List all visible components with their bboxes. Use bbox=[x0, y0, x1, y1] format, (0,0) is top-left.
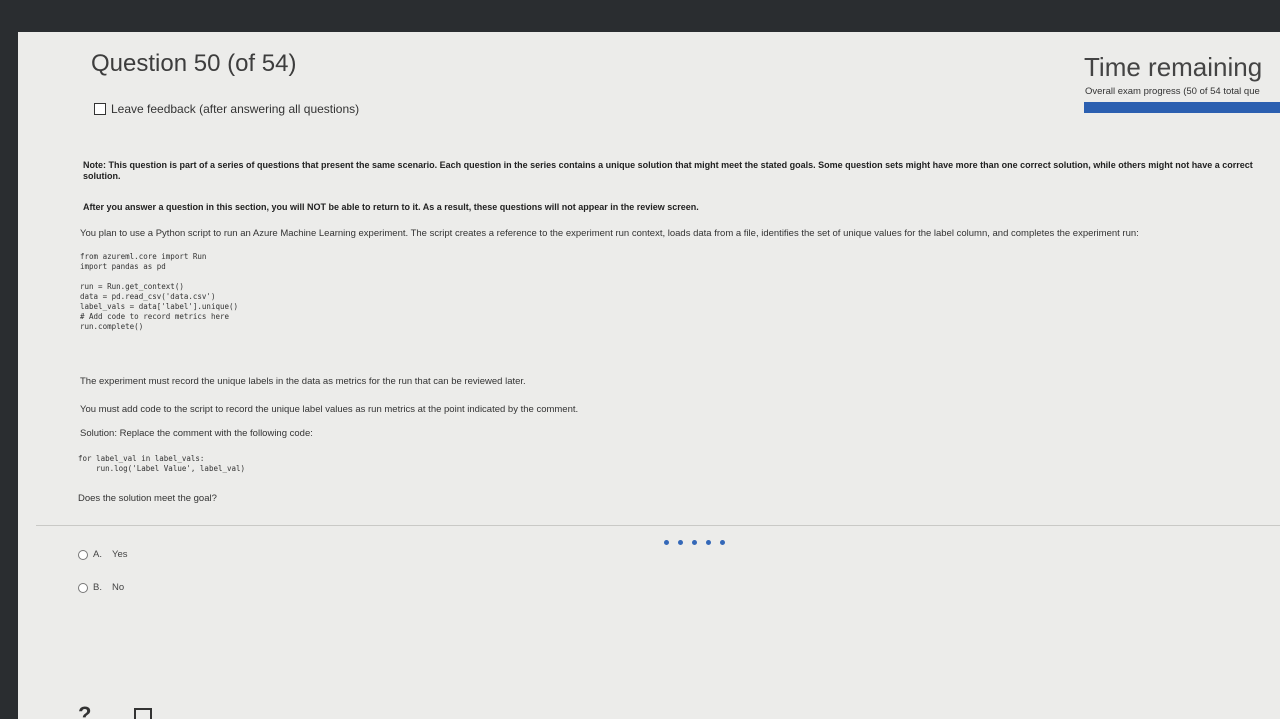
time-remaining-label: Time remaining bbox=[1084, 52, 1263, 82]
dot-icon bbox=[706, 540, 711, 545]
calculator-icon[interactable] bbox=[134, 708, 152, 719]
dot-icon bbox=[664, 540, 669, 545]
dot-icon bbox=[692, 540, 697, 545]
option-text: No bbox=[111, 582, 125, 593]
question-intro: You plan to use a Python script to run a… bbox=[80, 228, 1139, 239]
radio-icon[interactable] bbox=[78, 582, 88, 593]
exam-progress-bar bbox=[1084, 102, 1280, 113]
question-title: Question 50 (of 54) bbox=[91, 50, 297, 77]
answer-option-a[interactable]: A. Yes bbox=[78, 549, 127, 560]
solution-label: Solution: Replace the comment with the f… bbox=[80, 428, 313, 439]
question-prompt: Does the solution meet the goal? bbox=[78, 493, 217, 504]
dot-icon bbox=[720, 540, 725, 545]
option-text: Yes bbox=[111, 549, 128, 560]
radio-icon[interactable] bbox=[78, 549, 88, 560]
option-letter: A. bbox=[93, 549, 102, 560]
exam-screen: Question 50 (of 54) Leave feedback (afte… bbox=[18, 32, 1280, 719]
leave-feedback-checkbox[interactable]: Leave feedback (after answering all ques… bbox=[94, 102, 359, 116]
section-divider bbox=[36, 525, 1280, 526]
help-icon[interactable]: ? bbox=[78, 702, 91, 719]
option-letter: B. bbox=[93, 582, 102, 593]
pane-resize-handle[interactable] bbox=[664, 540, 725, 545]
dot-icon bbox=[678, 540, 683, 545]
checkbox-icon[interactable] bbox=[94, 103, 106, 115]
exam-progress-text: Overall exam progress (50 of 54 total qu… bbox=[1085, 86, 1260, 97]
solution-code-block: for label_val in label_vals: run.log('La… bbox=[78, 454, 246, 473]
no-return-warning: After you answer a question in this sect… bbox=[83, 202, 699, 212]
requirement-2: You must add code to the script to recor… bbox=[80, 404, 579, 415]
scenario-note: Note: This question is part of a series … bbox=[83, 160, 1253, 181]
feedback-label: Leave feedback (after answering all ques… bbox=[111, 102, 360, 116]
answer-option-b[interactable]: B. No bbox=[78, 582, 124, 593]
script-code-block: from azureml.core import Run import pand… bbox=[80, 252, 239, 331]
requirement-1: The experiment must record the unique la… bbox=[80, 376, 526, 387]
